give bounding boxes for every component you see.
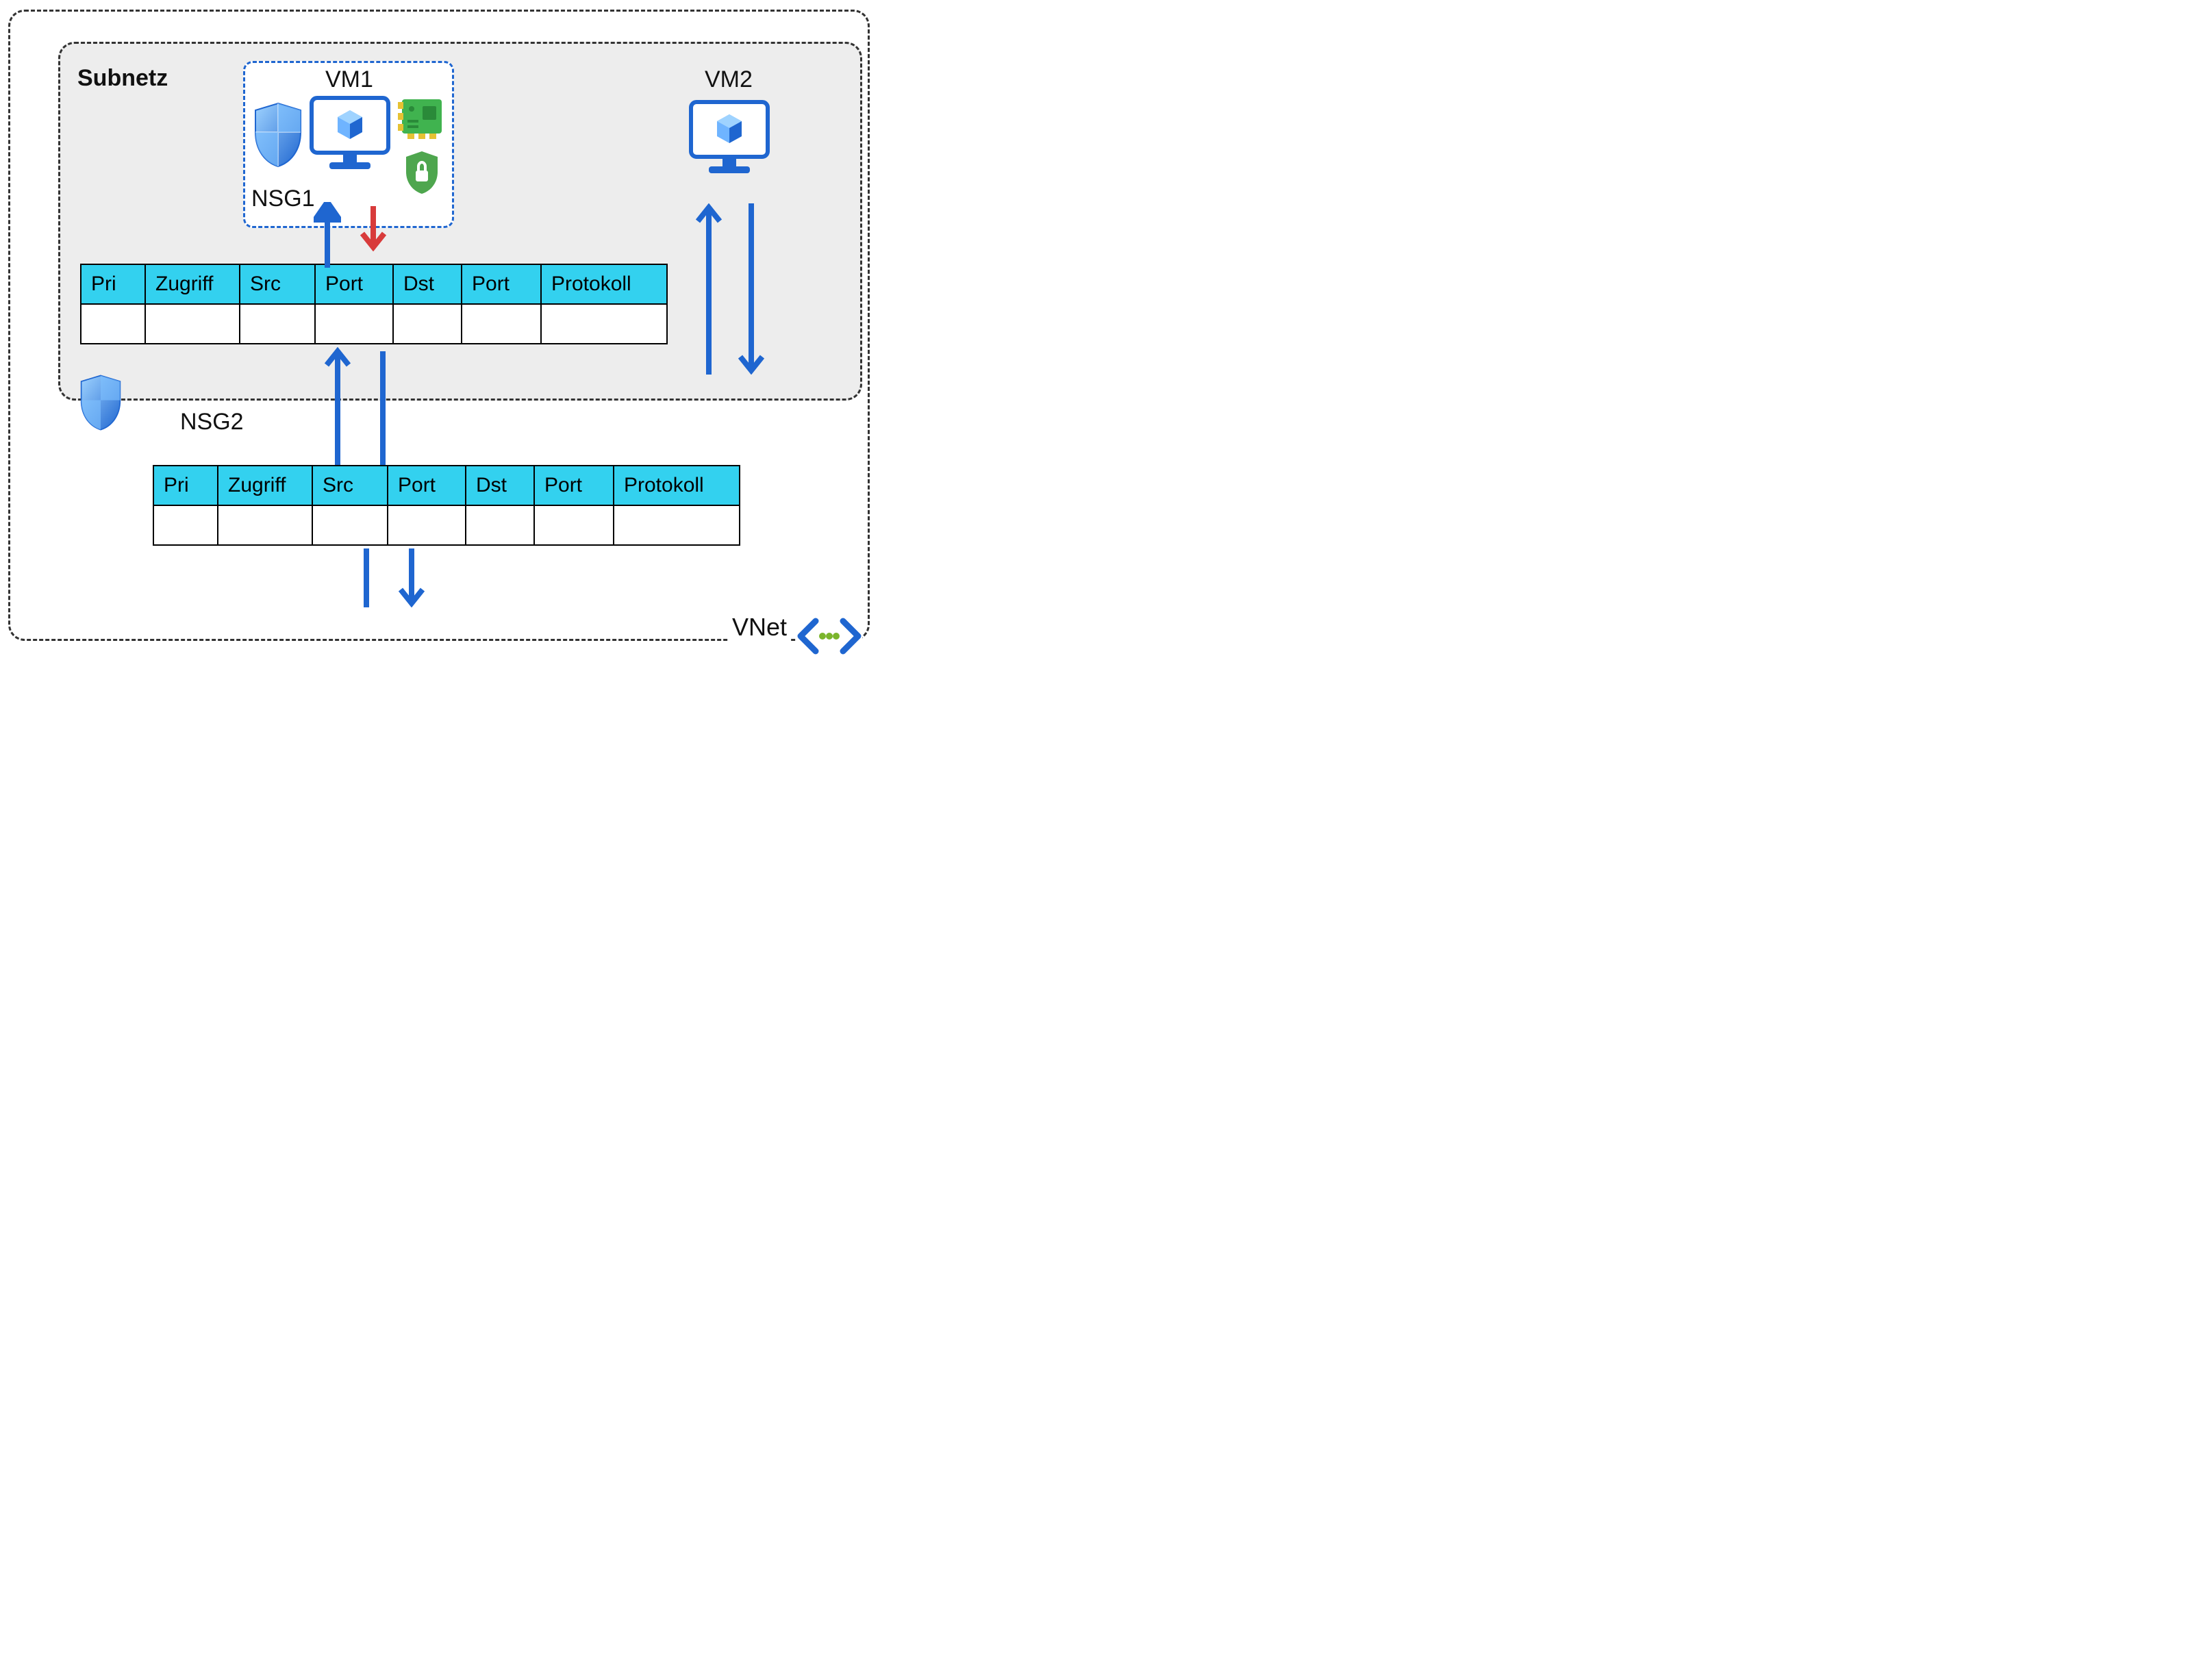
nsg1-rules-table: Pri Zugriff Src Port Dst Port Protokoll xyxy=(80,264,668,344)
arrow-down-icon xyxy=(398,548,425,607)
vm1-label: VM1 xyxy=(325,66,373,93)
nsg1-label: NSG1 xyxy=(251,186,315,212)
vm-monitor-icon xyxy=(309,95,391,172)
nsg-col-dst: Dst xyxy=(393,264,462,304)
nsg-col-pri: Pri xyxy=(81,264,145,304)
table-row xyxy=(153,505,740,545)
nsg-col-protokoll: Protokoll xyxy=(614,466,740,505)
flow-line xyxy=(369,347,397,468)
vm-monitor-icon xyxy=(688,99,770,176)
nic-icon xyxy=(398,97,446,140)
nsg-col-src-port: Port xyxy=(315,264,393,304)
arrow-down-icon xyxy=(738,203,765,375)
nsg2-rules-table: Pri Zugriff Src Port Dst Port Protokoll xyxy=(153,465,740,546)
vnet-icon xyxy=(796,616,862,657)
arrow-down-icon xyxy=(360,206,387,251)
shield-icon xyxy=(76,373,125,432)
nsg-col-protokoll: Protokoll xyxy=(541,264,667,304)
nsg-col-dst: Dst xyxy=(466,466,534,505)
nsg-col-src-port: Port xyxy=(388,466,466,505)
vnet-label: VNet xyxy=(728,613,791,642)
vm2-label: VM2 xyxy=(705,66,753,93)
nsg-col-zugriff: Zugriff xyxy=(145,264,240,304)
nsg-col-dst-port: Port xyxy=(534,466,614,505)
arrow-up-icon xyxy=(695,203,722,375)
flow-line xyxy=(353,548,380,607)
nsg-col-src: Src xyxy=(312,466,388,505)
arrow-up-icon xyxy=(314,202,341,268)
lock-shield-icon xyxy=(402,150,442,195)
arrow-up-icon xyxy=(324,347,351,468)
nsg-col-zugriff: Zugriff xyxy=(218,466,312,505)
nsg-col-pri: Pri xyxy=(153,466,218,505)
vnet-container: Subnetz VM1 NSG1 xyxy=(8,10,870,641)
subnet-label: Subnetz xyxy=(77,65,168,92)
diagram-canvas: Subnetz VM1 NSG1 xyxy=(0,0,877,656)
nsg-col-dst-port: Port xyxy=(462,264,541,304)
nsg2-label: NSG2 xyxy=(180,409,244,435)
nsg-col-src: Src xyxy=(240,264,315,304)
shield-icon xyxy=(250,101,306,169)
table-row xyxy=(81,304,667,344)
